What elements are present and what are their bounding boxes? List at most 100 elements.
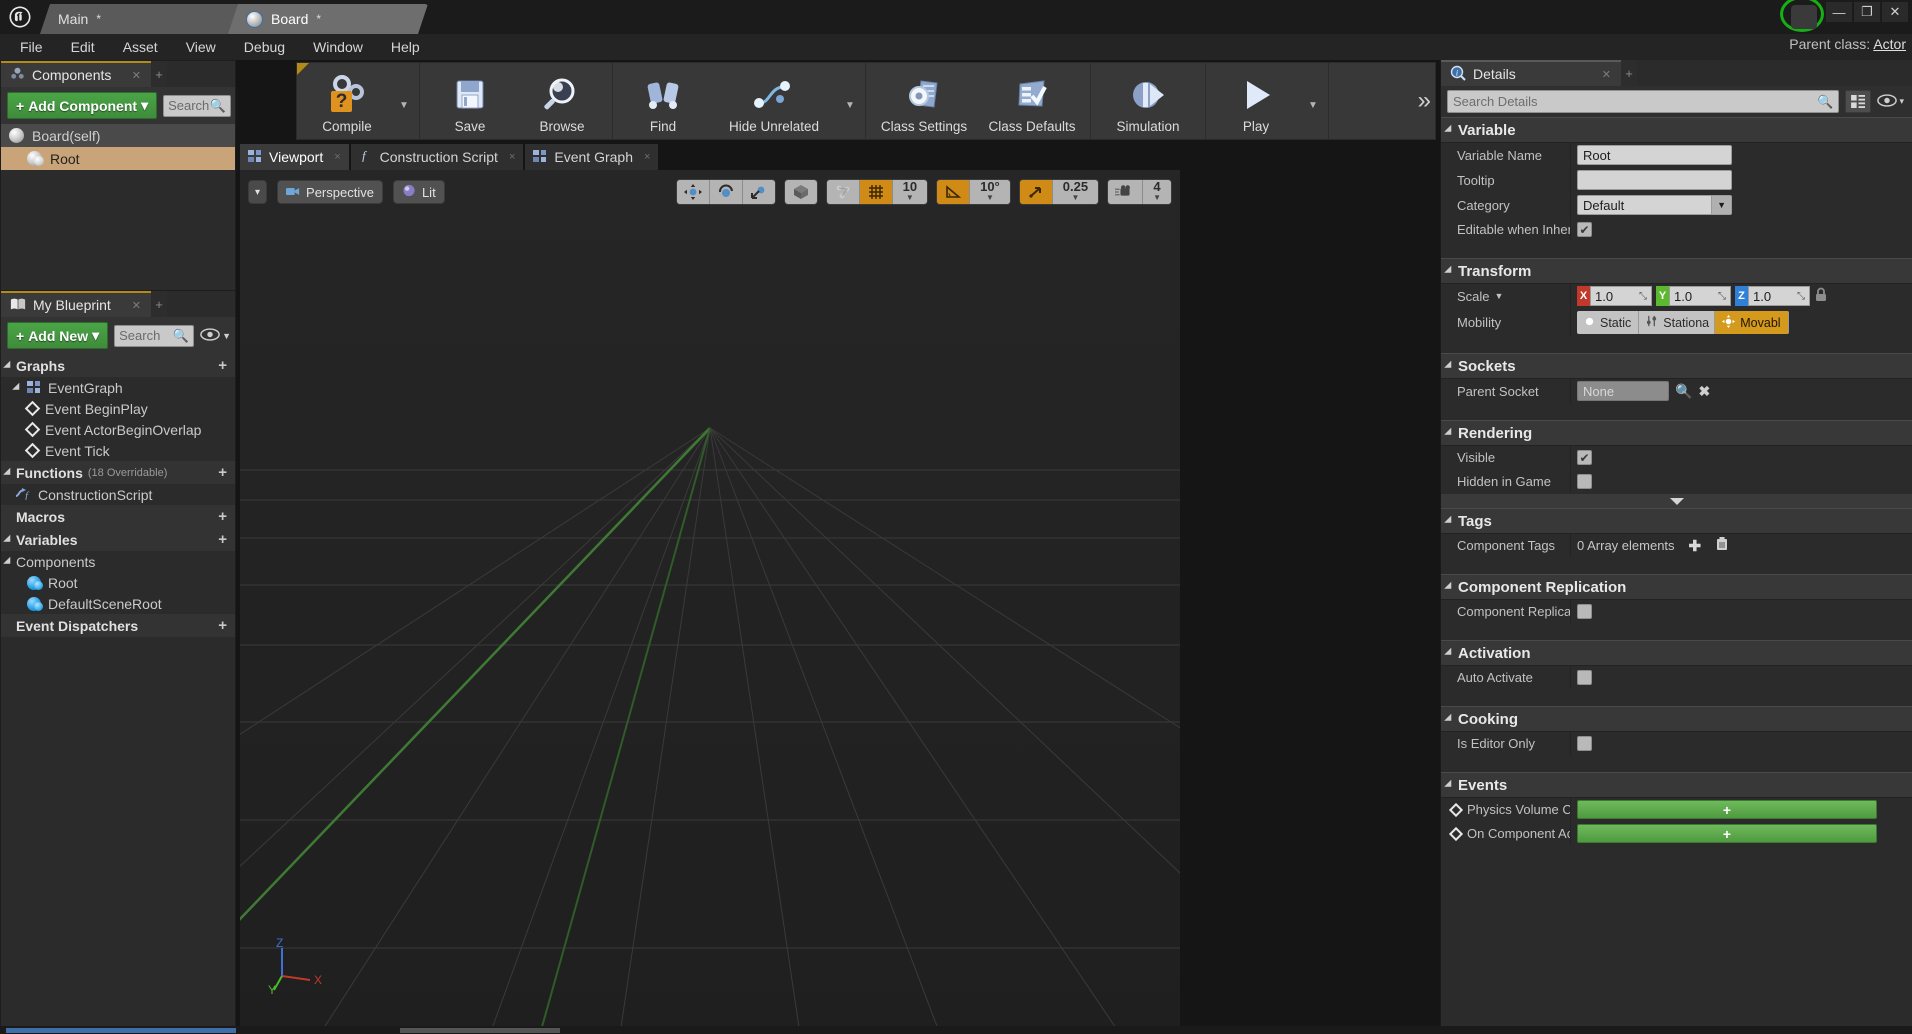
rendering-expand-button[interactable] [1441, 494, 1912, 508]
minimize-button[interactable]: — [1826, 2, 1852, 22]
details-section-sockets[interactable]: Sockets [1441, 353, 1912, 379]
magnifier-icon[interactable]: 🔍 [1675, 383, 1692, 400]
scale-z-field[interactable]: Z 1.0 ⤡ [1735, 286, 1810, 306]
add-on-component-activated-event-button[interactable]: + [1577, 824, 1877, 843]
tab-my-blueprint[interactable]: My Blueprint ✕ [1, 291, 151, 317]
mb-item-event-tick[interactable]: Event Tick [1, 440, 235, 461]
maximize-button[interactable]: ❐ [1854, 2, 1880, 22]
double-chevron-right-icon[interactable]: » [1418, 63, 1435, 139]
tab-viewport[interactable]: Viewport × [240, 144, 349, 170]
menu-file[interactable]: File [6, 36, 57, 58]
add-variable-button[interactable]: + [218, 531, 227, 548]
component-replicates-checkbox[interactable] [1577, 604, 1592, 619]
my-blueprint-search-input[interactable]: Search 🔍 [114, 325, 194, 347]
angle-snap-icon[interactable] [937, 180, 970, 204]
visible-checkbox[interactable]: ✔ [1577, 450, 1592, 465]
details-section-cooking[interactable]: Cooking [1441, 706, 1912, 732]
close-icon[interactable]: × [509, 151, 515, 163]
menu-view[interactable]: View [172, 36, 230, 58]
world-cube-icon[interactable] [785, 180, 817, 204]
compile-dropdown-caret[interactable]: ▼ [393, 63, 415, 139]
viewport-view-mode-button[interactable]: Perspective [277, 180, 383, 204]
tab-construction-script[interactable]: f Construction Script × [351, 144, 524, 170]
scale-gizmo-icon[interactable] [743, 180, 775, 204]
component-row-board-self[interactable]: Board(self) [1, 124, 235, 147]
scale-snap-icon[interactable] [1020, 180, 1053, 204]
mb-section-event-dispatchers[interactable]: Event Dispatchers + [1, 614, 235, 637]
mb-section-functions[interactable]: Functions (18 Overridable) + [1, 461, 235, 484]
translate-gizmo-icon[interactable] [677, 180, 710, 204]
add-new-button[interactable]: + Add New ▾ [7, 322, 108, 349]
grid-snap-value[interactable]: 10 ▼ [893, 180, 927, 204]
my-blueprint-visibility-toggle[interactable]: ▼ [200, 328, 231, 344]
rotate-gizmo-icon[interactable] [710, 180, 743, 204]
my-blueprint-add-tab[interactable]: + [151, 291, 167, 317]
angle-snap-value[interactable]: 10° ▼ [970, 180, 1010, 204]
tooltip-input[interactable] [1577, 170, 1732, 190]
close-icon[interactable]: ✕ [1602, 68, 1611, 81]
scale-y-input[interactable]: 1.0 ⤡ [1669, 286, 1731, 306]
details-section-activation[interactable]: Activation [1441, 640, 1912, 666]
mb-item-eventgraph[interactable]: EventGraph [1, 377, 235, 398]
surface-snap-icon[interactable] [827, 180, 860, 204]
add-macro-button[interactable]: + [218, 508, 227, 525]
mb-item-constructionscript[interactable]: f ConstructionScript [1, 484, 235, 505]
grid-snap-icon[interactable] [860, 180, 893, 204]
close-icon[interactable]: × [644, 151, 650, 163]
category-combobox[interactable]: Default ▼ [1577, 195, 1732, 215]
add-component-button[interactable]: + Add Component ▾ [7, 92, 157, 119]
browse-button[interactable]: Browse [516, 63, 608, 139]
close-icon[interactable]: ✕ [132, 299, 141, 312]
is-editor-only-checkbox[interactable] [1577, 736, 1592, 751]
save-button[interactable]: Save [424, 63, 516, 139]
details-section-tags[interactable]: Tags [1441, 508, 1912, 534]
add-event-dispatcher-button[interactable]: + [218, 617, 227, 634]
scale-x-field[interactable]: X 1.0 ⤡ [1577, 286, 1652, 306]
components-search-input[interactable]: Search 🔍 [163, 95, 231, 117]
tab-event-graph[interactable]: Event Graph × [525, 144, 658, 170]
compile-button[interactable]: ? Compile [301, 63, 393, 139]
mb-section-graphs[interactable]: Graphs + [1, 354, 235, 377]
camera-speed-icon[interactable] [1108, 180, 1143, 204]
parent-class-value[interactable]: Actor [1873, 36, 1906, 52]
mobility-option-movable[interactable]: Movabl [1715, 311, 1788, 334]
details-search-input[interactable]: Search Details 🔍 [1447, 90, 1839, 113]
camera-speed-value[interactable]: 4 ▼ [1143, 180, 1171, 204]
details-section-variable[interactable]: Variable [1441, 117, 1912, 143]
mb-section-variables[interactable]: Variables + [1, 528, 235, 551]
play-button[interactable]: Play [1210, 63, 1302, 139]
horizontal-scrollbar[interactable] [400, 1028, 560, 1033]
mobility-option-static[interactable]: Static [1577, 311, 1639, 334]
menu-asset[interactable]: Asset [109, 36, 172, 58]
tab-components[interactable]: Components ✕ [1, 61, 151, 87]
scale-y-field[interactable]: Y 1.0 ⤡ [1656, 286, 1731, 306]
mb-subsection-components[interactable]: Components [1, 551, 235, 572]
hide-unrelated-dropdown-caret[interactable]: ▼ [839, 63, 861, 139]
mb-item-event-actorbeginoverlap[interactable]: Event ActorBeginOverlap [1, 419, 235, 440]
window-tab-main[interactable]: Main * [40, 4, 240, 34]
editable-when-inherited-checkbox[interactable]: ✔ [1577, 222, 1592, 237]
viewport-lighting-mode-button[interactable]: Lit [393, 180, 445, 204]
details-section-component-replication[interactable]: Component Replication [1441, 574, 1912, 600]
play-dropdown-caret[interactable]: ▼ [1302, 63, 1324, 139]
scale-x-input[interactable]: 1.0 ⤡ [1590, 286, 1652, 306]
variable-name-input[interactable]: Root [1577, 145, 1732, 165]
menu-help[interactable]: Help [377, 36, 434, 58]
tab-details[interactable]: i Details ✕ [1441, 60, 1621, 86]
mb-section-macros[interactable]: Macros + [1, 505, 235, 528]
components-panel-add-tab[interactable]: + [151, 61, 167, 87]
mb-item-var-root[interactable]: Root [1, 572, 235, 593]
close-button[interactable]: ✕ [1882, 2, 1908, 22]
details-section-rendering[interactable]: Rendering [1441, 420, 1912, 446]
class-defaults-button[interactable]: Class Defaults [978, 63, 1086, 139]
add-graph-button[interactable]: + [218, 357, 227, 374]
menu-debug[interactable]: Debug [230, 36, 299, 58]
details-section-transform[interactable]: Transform [1441, 258, 1912, 284]
close-icon[interactable]: ✕ [132, 69, 141, 82]
component-row-root[interactable]: Root [1, 147, 235, 170]
mb-item-event-beginplay[interactable]: Event BeginPlay [1, 398, 235, 419]
scale-snap-value[interactable]: 0.25 ▼ [1053, 180, 1098, 204]
hide-unrelated-button[interactable]: Hide Unrelated [709, 63, 839, 139]
add-physics-volume-changed-event-button[interactable]: + [1577, 800, 1877, 819]
hidden-in-game-checkbox[interactable] [1577, 474, 1592, 489]
